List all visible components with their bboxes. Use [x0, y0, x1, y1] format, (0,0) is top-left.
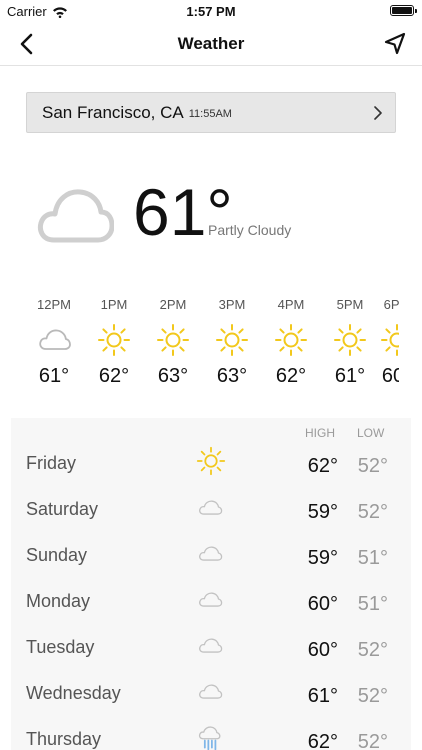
status-bar: Carrier 1:57 PM: [0, 0, 422, 22]
cloud-icon: [199, 592, 223, 607]
day-low: 52°: [357, 455, 388, 477]
hour-time: 3PM: [218, 297, 246, 312]
day-name: Sunday: [26, 545, 88, 565]
cloud-icon: [37, 189, 114, 243]
hour-temp: 62°: [275, 365, 307, 387]
day-high: 62°: [307, 455, 338, 477]
status-time: 1:57 PM: [186, 4, 236, 19]
day-high: 60°: [307, 639, 338, 661]
hour-time: 12PM: [37, 297, 71, 312]
day-low: 52°: [357, 731, 388, 750]
sun-icon: [98, 324, 130, 356]
hourly-item: 2PM 63°: [143, 296, 203, 388]
hourly-forecast[interactable]: 12PM 61° 1PM 62° 2PM 63° 3PM 63° 4PM 62°…: [0, 296, 399, 396]
day-high: 60°: [307, 593, 338, 615]
daily-row: Friday 62° 52°: [11, 440, 411, 486]
rain-icon: [198, 726, 221, 750]
hourly-item: 3PM 63°: [202, 296, 262, 388]
day-high: 62°: [307, 731, 338, 750]
hour-temp: 63°: [216, 365, 248, 387]
hourly-item: 4PM 62°: [261, 296, 321, 388]
cloud-icon: [199, 546, 223, 561]
day-name: Tuesday: [26, 637, 95, 657]
location-time: 11:55AM: [188, 108, 232, 120]
location-selector[interactable]: San Francisco, CA 11:55AM: [26, 92, 396, 133]
day-name: Thursday: [26, 729, 102, 749]
page-title: Weather: [177, 34, 245, 53]
cloud-icon: [199, 638, 223, 653]
day-name: Monday: [26, 591, 91, 611]
cloud-icon: [199, 500, 223, 515]
day-name: Saturday: [26, 499, 99, 519]
navigation-bar: Weather: [0, 22, 422, 66]
hour-temp: 62°: [98, 365, 130, 387]
hour-time: 1PM: [100, 297, 128, 312]
current-condition: Partly Cloudy: [208, 222, 292, 238]
sun-icon: [275, 324, 307, 356]
hourly-item: 1PM 62°: [84, 296, 144, 388]
daily-row: Wednesday 61° 52°: [11, 670, 411, 716]
hour-temp: 60°: [381, 365, 399, 387]
day-high: 59°: [307, 547, 338, 569]
sun-icon: [157, 324, 189, 356]
sun-icon: [216, 324, 248, 356]
day-low: 52°: [357, 639, 388, 661]
sun-icon: [381, 324, 399, 356]
chevron-right-icon: [374, 106, 382, 120]
day-name: Friday: [26, 453, 77, 473]
daily-row: Monday 60° 51°: [11, 578, 411, 624]
cloud-icon: [199, 684, 223, 699]
sun-icon: [334, 324, 366, 356]
hour-time: 6PM: [383, 297, 399, 312]
hour-temp: 63°: [157, 365, 189, 387]
navigation-arrow-icon[interactable]: [382, 31, 408, 57]
low-column-header: LOW: [357, 426, 385, 440]
hour-time: 4PM: [277, 297, 305, 312]
daily-row: Thursday 62° 52°: [11, 716, 411, 750]
day-low: 51°: [357, 593, 388, 615]
cloud-icon: [39, 329, 71, 350]
daily-row: Saturday 59° 52°: [11, 486, 411, 532]
hour-temp: 61°: [38, 365, 70, 387]
day-name: Wednesday: [26, 683, 121, 703]
location-city: San Francisco, CA: [42, 102, 184, 122]
daily-row: Sunday 59° 51°: [11, 532, 411, 578]
battery-icon: [390, 5, 417, 16]
day-low: 51°: [357, 547, 388, 569]
hourly-item: 6PM 60°: [367, 296, 399, 388]
high-column-header: HIGH: [305, 426, 335, 440]
hour-time: 2PM: [159, 297, 187, 312]
hourly-item: 12PM 61°: [24, 296, 84, 388]
day-high: 59°: [307, 501, 338, 523]
day-low: 52°: [357, 501, 388, 523]
day-low: 52°: [357, 685, 388, 707]
sun-icon: [196, 446, 226, 476]
daily-row: Tuesday 60° 52°: [11, 624, 411, 670]
day-high: 61°: [307, 685, 338, 707]
daily-forecast[interactable]: HIGH LOW Friday 62° 52° Saturday 59° 52°…: [11, 418, 411, 750]
